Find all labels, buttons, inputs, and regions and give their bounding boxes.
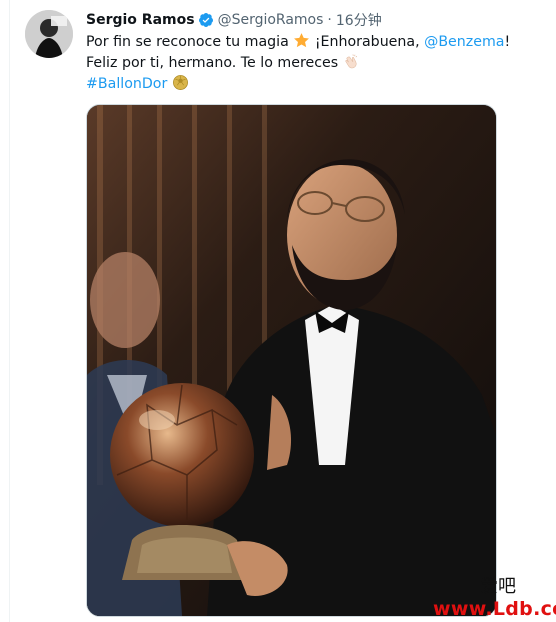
- author-name[interactable]: Sergio Ramos: [86, 12, 195, 28]
- watermark-chinese: 爱吧: [480, 576, 516, 597]
- avatar-image: [25, 10, 73, 58]
- tweet-text-part: !: [504, 34, 511, 50]
- tweet-line-3: #BallonDor: [86, 74, 526, 95]
- watermark-url: www.Ldb.cc: [433, 598, 556, 620]
- tweet-text-part: Por fin se reconoce tu magia: [86, 34, 289, 50]
- golden-ball-emoji-icon: [172, 74, 189, 91]
- tweet-text-part: Feliz por ti, hermano. Te lo mereces: [86, 55, 339, 71]
- separator-dot: ·: [327, 12, 332, 28]
- benzema-ballon-dor-photo: [87, 105, 496, 616]
- tweet-text-part: ¡Enhorabuena,: [314, 34, 420, 50]
- tweet-text: Por fin se reconoce tu magia ¡Enhorabuen…: [86, 32, 526, 95]
- verified-badge-icon: [198, 12, 214, 28]
- tweet-line-1: Por fin se reconoce tu magia ¡Enhorabuen…: [86, 32, 526, 53]
- avatar[interactable]: [25, 10, 73, 58]
- star-emoji-icon: [293, 32, 310, 49]
- clapping-hands-emoji-icon: [343, 53, 360, 70]
- author-handle[interactable]: @SergioRamos: [218, 12, 324, 28]
- tweet-header: Sergio Ramos @SergioRamos · 16分钟: [86, 10, 382, 30]
- hashtag-link[interactable]: #BallonDor: [86, 76, 167, 92]
- mention-link[interactable]: @Benzema: [424, 34, 504, 50]
- timeline-border: [9, 0, 10, 622]
- tweet-line-2: Feliz por ti, hermano. Te lo mereces: [86, 53, 526, 74]
- tweet-photo[interactable]: [86, 104, 497, 617]
- tweet-timestamp[interactable]: 16分钟: [336, 10, 382, 30]
